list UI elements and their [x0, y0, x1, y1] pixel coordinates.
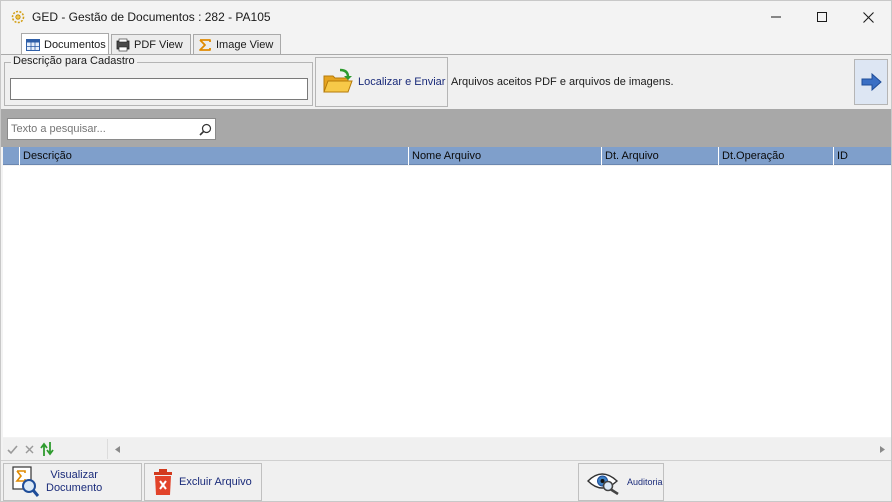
- arrow-right-icon: [861, 73, 882, 91]
- cadastro-legend: Descrição para Cadastro: [11, 55, 137, 67]
- sort-button[interactable]: [39, 440, 55, 458]
- minimize-icon: [771, 16, 781, 18]
- excluir-arquivo-button[interactable]: Excluir Arquivo: [144, 463, 262, 501]
- column-header-dt-arquivo[interactable]: Dt. Arquivo: [601, 147, 718, 165]
- excluir-arquivo-label: Excluir Arquivo: [179, 475, 252, 488]
- document-magnifier-icon: [12, 466, 40, 497]
- tab-pdf-view[interactable]: PDF View: [111, 34, 191, 55]
- visualizar-documento-button[interactable]: Visualizar Documento: [3, 463, 142, 501]
- eye-magnifier-icon: [587, 473, 619, 495]
- column-header-dt-operacao[interactable]: Dt.Operação: [718, 147, 833, 165]
- column-header-id[interactable]: ID: [833, 147, 891, 165]
- column-header-nome-arquivo[interactable]: Nome Arquivo: [408, 147, 601, 165]
- visualizar-line1: Visualizar: [50, 469, 98, 481]
- trash-icon: [154, 469, 172, 495]
- tab-image-view[interactable]: Image View: [193, 34, 281, 55]
- search-bar: [1, 109, 891, 147]
- maximize-icon: [817, 12, 827, 22]
- visualizar-documento-label: Visualizar Documento: [46, 469, 102, 495]
- title-bar: GED - Gestão de Documentos : 282 - PA105: [1, 1, 891, 33]
- bottom-toolbar: Visualizar Documento Excluir Arquivo Aud…: [1, 460, 891, 501]
- post-button[interactable]: [4, 440, 20, 458]
- caret-right-icon: [879, 445, 885, 453]
- grid-header: Descrição Nome Arquivo Dt. Arquivo Dt.Op…: [3, 147, 891, 165]
- app-gear-icon: [11, 10, 25, 24]
- minimize-button[interactable]: [753, 1, 799, 33]
- sigma-icon: [199, 39, 211, 51]
- column-header-descricao[interactable]: Descrição: [19, 147, 408, 165]
- top-panel: Descrição para Cadastro Localizar e Envi…: [1, 55, 891, 109]
- maximize-button[interactable]: [799, 1, 845, 33]
- close-button[interactable]: [845, 1, 891, 33]
- tab-documentos[interactable]: Documentos: [21, 33, 109, 55]
- cancel-button[interactable]: [21, 440, 37, 458]
- grid-body[interactable]: [3, 166, 891, 437]
- search-button[interactable]: [196, 120, 214, 138]
- descricao-input[interactable]: [10, 78, 308, 100]
- pdf-icon: [116, 38, 130, 52]
- tab-pdf-view-label: PDF View: [134, 39, 183, 51]
- cadastro-group: Descrição para Cadastro: [4, 55, 313, 106]
- localizar-enviar-label: Localizar e Enviar: [358, 76, 446, 88]
- scroll-left-button[interactable]: [108, 439, 126, 459]
- search-box: [7, 118, 216, 140]
- spreadsheet-icon: [26, 38, 40, 51]
- localizar-enviar-button[interactable]: Localizar e Enviar: [315, 57, 448, 107]
- window-title: GED - Gestão de Documentos : 282 - PA105: [32, 10, 271, 24]
- row-indicator-header: [3, 147, 19, 165]
- close-icon: [862, 11, 874, 23]
- tab-image-view-label: Image View: [216, 39, 274, 51]
- grid-navigator: [3, 438, 891, 460]
- caret-left-icon: [114, 445, 120, 453]
- visualizar-line2: Documento: [46, 482, 103, 494]
- app-window: GED - Gestão de Documentos : 282 - PA105…: [0, 0, 892, 502]
- sort-arrows-icon: [40, 442, 54, 456]
- scroll-right-button[interactable]: [873, 439, 891, 459]
- accepted-files-info: Arquivos aceitos PDF e arquivos de image…: [451, 76, 674, 88]
- search-icon: [198, 123, 211, 136]
- folder-open-icon: [323, 68, 353, 93]
- auditoria-label: Auditoria: [627, 476, 663, 487]
- tab-strip: Documentos PDF View Image View: [1, 33, 891, 55]
- cancel-x-icon: [25, 445, 33, 453]
- auditoria-button[interactable]: Auditoria: [578, 463, 664, 501]
- horizontal-scrollbar[interactable]: [107, 439, 891, 459]
- tab-documentos-label: Documentos: [44, 38, 106, 51]
- check-icon: [6, 444, 18, 454]
- search-input[interactable]: [8, 119, 194, 139]
- next-button[interactable]: [854, 59, 888, 105]
